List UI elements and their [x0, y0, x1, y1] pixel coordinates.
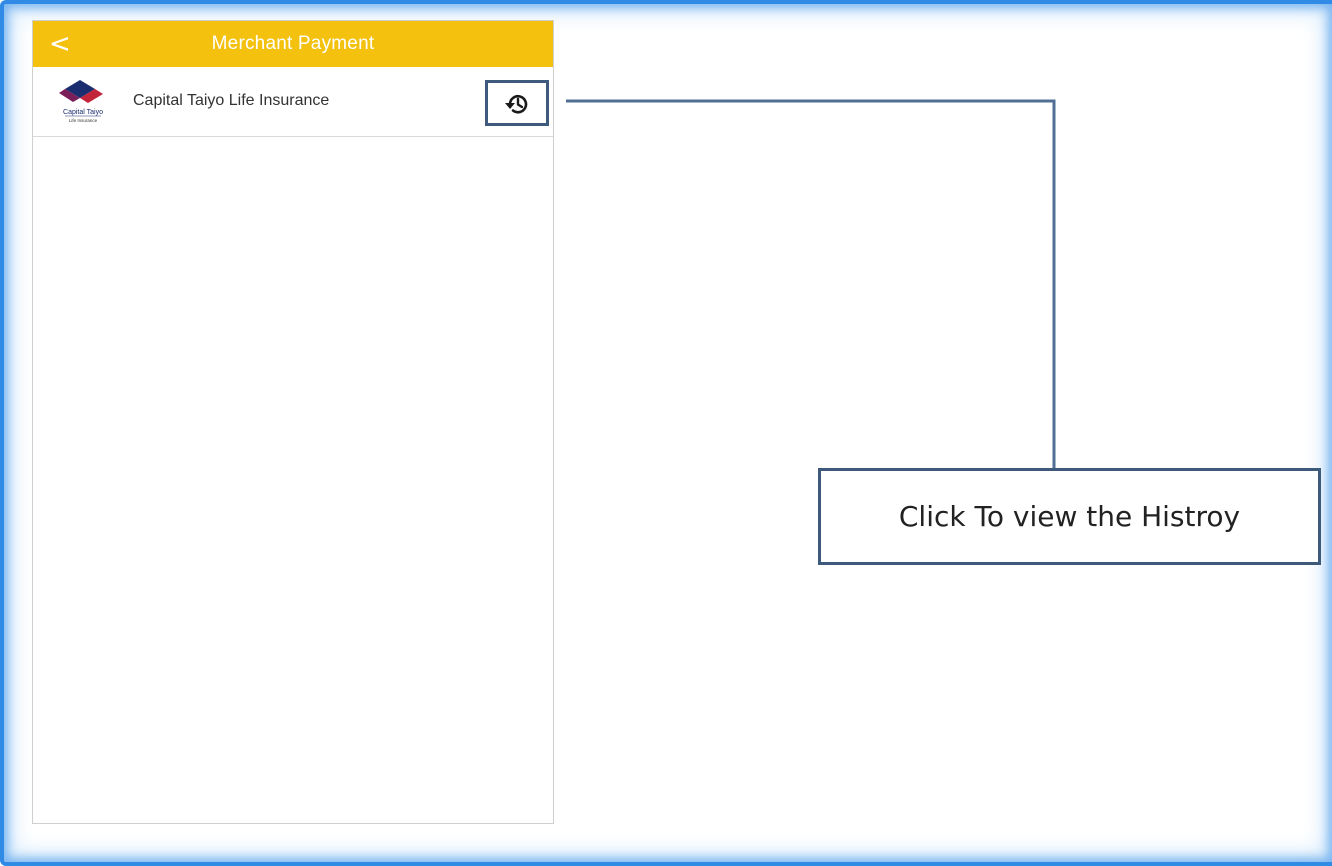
merchant-logo: Capital Taiyo Life Insurance — [59, 80, 103, 123]
app-header: Merchant Payment < — [33, 21, 553, 67]
back-button[interactable]: < — [49, 29, 77, 59]
page-title: Merchant Payment — [211, 33, 375, 54]
logo-text-line2: Life Insurance — [69, 118, 98, 123]
history-icon — [505, 95, 528, 114]
phone-screen: Merchant Payment < Capital Taiyo Life In… — [32, 20, 554, 824]
callout-text: Click To view the Histroy — [898, 500, 1241, 533]
connector-line — [566, 99, 1056, 468]
merchant-list-item[interactable]: Capital Taiyo Life Insurance Capital Tai… — [33, 67, 553, 137]
logo-text-line1: Capital Taiyo — [63, 109, 103, 116]
merchant-name: Capital Taiyo Life Insurance — [133, 92, 330, 109]
history-button[interactable] — [485, 80, 549, 126]
callout-box: Click To view the Histroy — [818, 468, 1321, 565]
